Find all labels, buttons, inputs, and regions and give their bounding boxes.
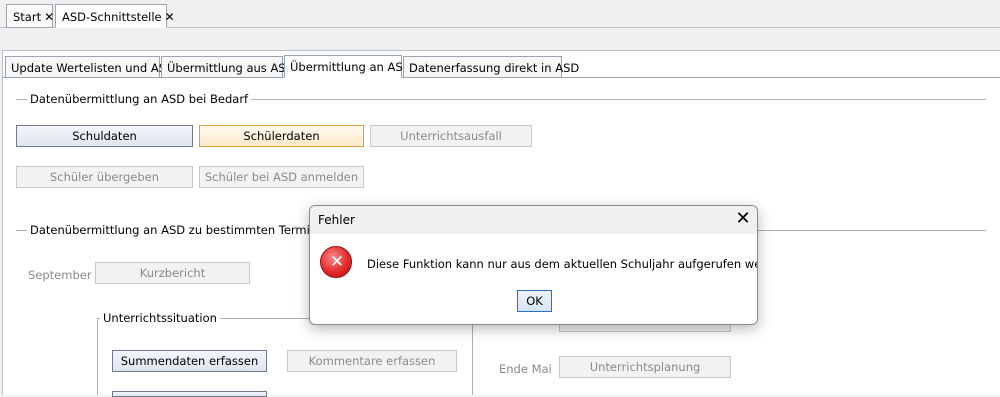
schuldaten-button[interactable]: Schuldaten <box>16 125 193 147</box>
tab-start-close-icon[interactable]: ✕ <box>44 10 54 24</box>
section-termine-title: Datenübermittlung an ASD zu bestimmten T… <box>27 223 335 237</box>
tab-update-wertelisten-label: Update Wertelisten und ASV <box>11 61 174 75</box>
schueler-uebergeben-button[interactable]: Schüler übergeben <box>16 166 193 188</box>
partial-button[interactable] <box>112 391 267 397</box>
ok-button[interactable]: OK <box>517 290 552 312</box>
dialog-title: Fehler <box>318 213 355 227</box>
schuelerdaten-button[interactable]: Schülerdaten <box>199 125 364 147</box>
tab-update-wertelisten[interactable]: Update Wertelisten und ASV <box>5 56 174 78</box>
tab-datenerfassung-direkt[interactable]: Datenerfassung direkt in ASD <box>403 56 579 78</box>
ende-mai-label: Ende Mai <box>499 362 552 376</box>
tab-asd-schnittstelle-label: ASD-Schnittstelle <box>62 10 162 24</box>
tab-uebermittlung-an-asd-label: Übermittlung an ASD <box>290 60 412 74</box>
tab-uebermittlung-an-asd[interactable]: Übermittlung an ASD <box>284 55 411 78</box>
error-x-glyph: ✕ <box>329 252 345 272</box>
tab-asd-schnittstelle[interactable]: ASD-Schnittstelle ✕ <box>55 4 175 28</box>
kurzbericht-button[interactable]: Kurzbericht <box>95 262 250 284</box>
tab-uebermittlung-aus-asd[interactable]: Übermittlung aus ASD <box>161 56 294 78</box>
dialog-message: Diese Funktion kann nur aus dem aktuelle… <box>367 257 758 271</box>
tab-datenerfassung-direkt-label: Datenerfassung direkt in ASD <box>409 61 580 75</box>
error-icon: ✕ <box>320 246 352 278</box>
tab-asd-schnittstelle-close-icon[interactable]: ✕ <box>165 10 175 24</box>
tab-start[interactable]: Start ✕ <box>6 4 54 28</box>
section-bedarf-title: Datenübermittlung an ASD bei Bedarf <box>27 92 252 106</box>
kommentare-button[interactable]: Kommentare erfassen <box>287 350 457 372</box>
unterrichtsplanung-button[interactable]: Unterrichtsplanung <box>559 356 731 378</box>
dialog-close-icon[interactable]: ✕ <box>732 209 754 231</box>
unterrichtssituation-left-line <box>97 318 98 395</box>
dialog-titlebar <box>310 206 757 234</box>
tab-start-label: Start <box>13 10 42 24</box>
schueler-anmelden-button[interactable]: Schüler bei ASD anmelden <box>199 166 364 188</box>
tab-uebermittlung-aus-asd-label: Übermittlung aus ASD <box>167 61 295 75</box>
error-dialog: Fehler ✕ ✕ Diese Funktion kann nur aus d… <box>309 205 758 325</box>
unterrichtsausfall-button[interactable]: Unterrichtsausfall <box>370 125 532 147</box>
unterrichtssituation-right-line <box>472 318 473 395</box>
september-label: September <box>28 268 92 282</box>
unterrichtssituation-title: Unterrichtssituation <box>100 311 220 325</box>
summendaten-button[interactable]: Summendaten erfassen <box>112 350 267 372</box>
